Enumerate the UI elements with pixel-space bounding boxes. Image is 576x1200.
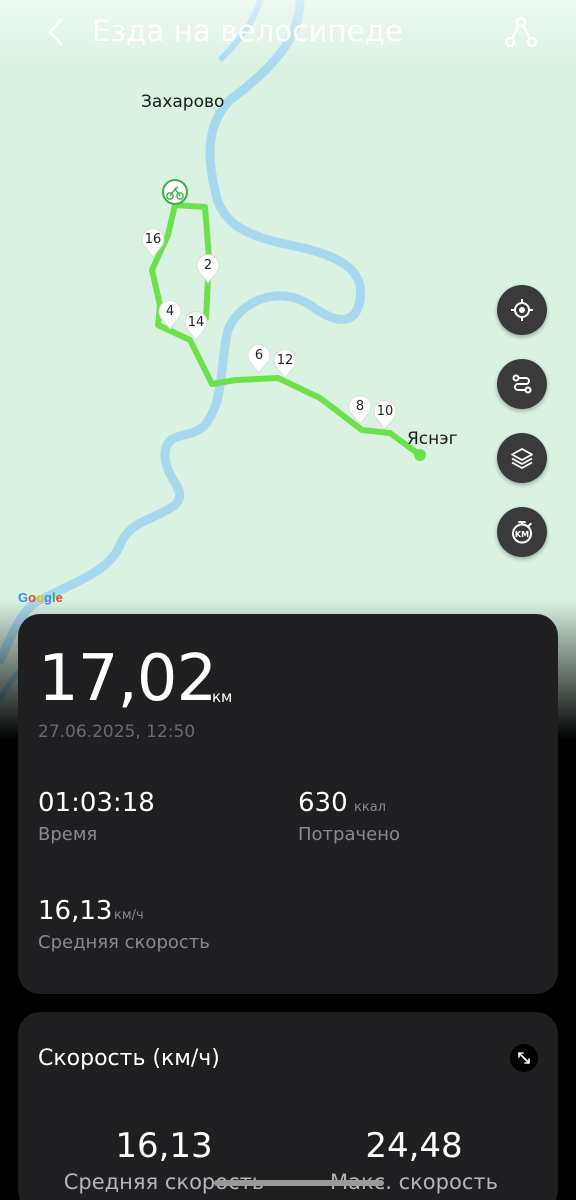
km-timer-icon: KM: [512, 521, 532, 544]
route-path-icon: [512, 374, 532, 394]
km-marker-label: 16: [144, 232, 162, 247]
calories-label: Потрачено: [298, 824, 400, 845]
avg-speed-label: Средняя скорость: [38, 932, 210, 953]
speed-card: Скорость (км/ч) 16,13 Средняя скорость 2…: [18, 1012, 558, 1200]
km-marker-label: 8: [355, 399, 365, 414]
km-marker[interactable]: 2: [196, 254, 220, 284]
river-branch-2: [0, 669, 22, 702]
km-marker[interactable]: 8: [348, 395, 372, 425]
route-share-button[interactable]: [500, 12, 542, 52]
speed-section-title: Скорость (км/ч): [38, 1046, 220, 1071]
expand-button[interactable]: [510, 1044, 538, 1072]
back-button[interactable]: [38, 12, 74, 52]
bicycle-start-icon: [162, 179, 188, 205]
km-marker[interactable]: 10: [373, 400, 397, 430]
calories-unit: ккал: [354, 800, 386, 815]
duration-label: Время: [38, 824, 98, 845]
km-marker[interactable]: 16: [141, 228, 165, 258]
distance-unit: км: [212, 688, 233, 706]
km-marker-label: 2: [203, 258, 213, 273]
chevron-left-icon: [48, 18, 63, 46]
layers-icon: [511, 448, 533, 469]
crosshair-icon: [511, 299, 533, 321]
km-marker-label: 12: [276, 353, 294, 368]
km-marker-label: 10: [376, 404, 394, 419]
km-marker-button[interactable]: KM: [497, 507, 547, 557]
app-header: Езда на велосипеде: [0, 0, 576, 64]
km-marker[interactable]: 14: [184, 311, 208, 341]
avg-speed-unit: км/ч: [114, 908, 144, 923]
km-marker-label: 4: [165, 304, 175, 319]
route-icon: [504, 16, 538, 48]
google-attribution: Google: [18, 590, 63, 605]
place-label: Захарово: [141, 92, 225, 112]
km-marker-label: 14: [187, 315, 205, 330]
workout-datetime: 27.06.2025, 12:50: [38, 722, 196, 742]
route-view-button[interactable]: [497, 359, 547, 409]
max-speed-value: 24,48: [365, 1126, 463, 1166]
locate-button[interactable]: [497, 285, 547, 335]
km-marker-label: 6: [254, 348, 264, 363]
place-label: Яснэг: [407, 429, 458, 449]
calories-value: 630: [298, 788, 348, 818]
distance-value: 17,02: [38, 642, 217, 716]
route-end-dot: [414, 449, 426, 461]
km-timer-label: KM: [515, 530, 529, 539]
avg-speed-big-value: 16,13: [115, 1126, 213, 1166]
page-title: Езда на велосипеде: [92, 14, 404, 48]
km-marker[interactable]: 6: [247, 344, 271, 374]
home-indicator[interactable]: [214, 1180, 384, 1186]
expand-icon: [518, 1052, 530, 1064]
km-marker[interactable]: 4: [158, 300, 182, 330]
duration-value: 01:03:18: [38, 788, 155, 818]
km-marker[interactable]: 12: [273, 349, 297, 379]
layers-button[interactable]: [497, 433, 547, 483]
avg-speed-value: 16,13: [38, 896, 113, 926]
workout-summary-card: 17,02 км 27.06.2025, 12:50 01:03:18 Врем…: [18, 614, 558, 994]
